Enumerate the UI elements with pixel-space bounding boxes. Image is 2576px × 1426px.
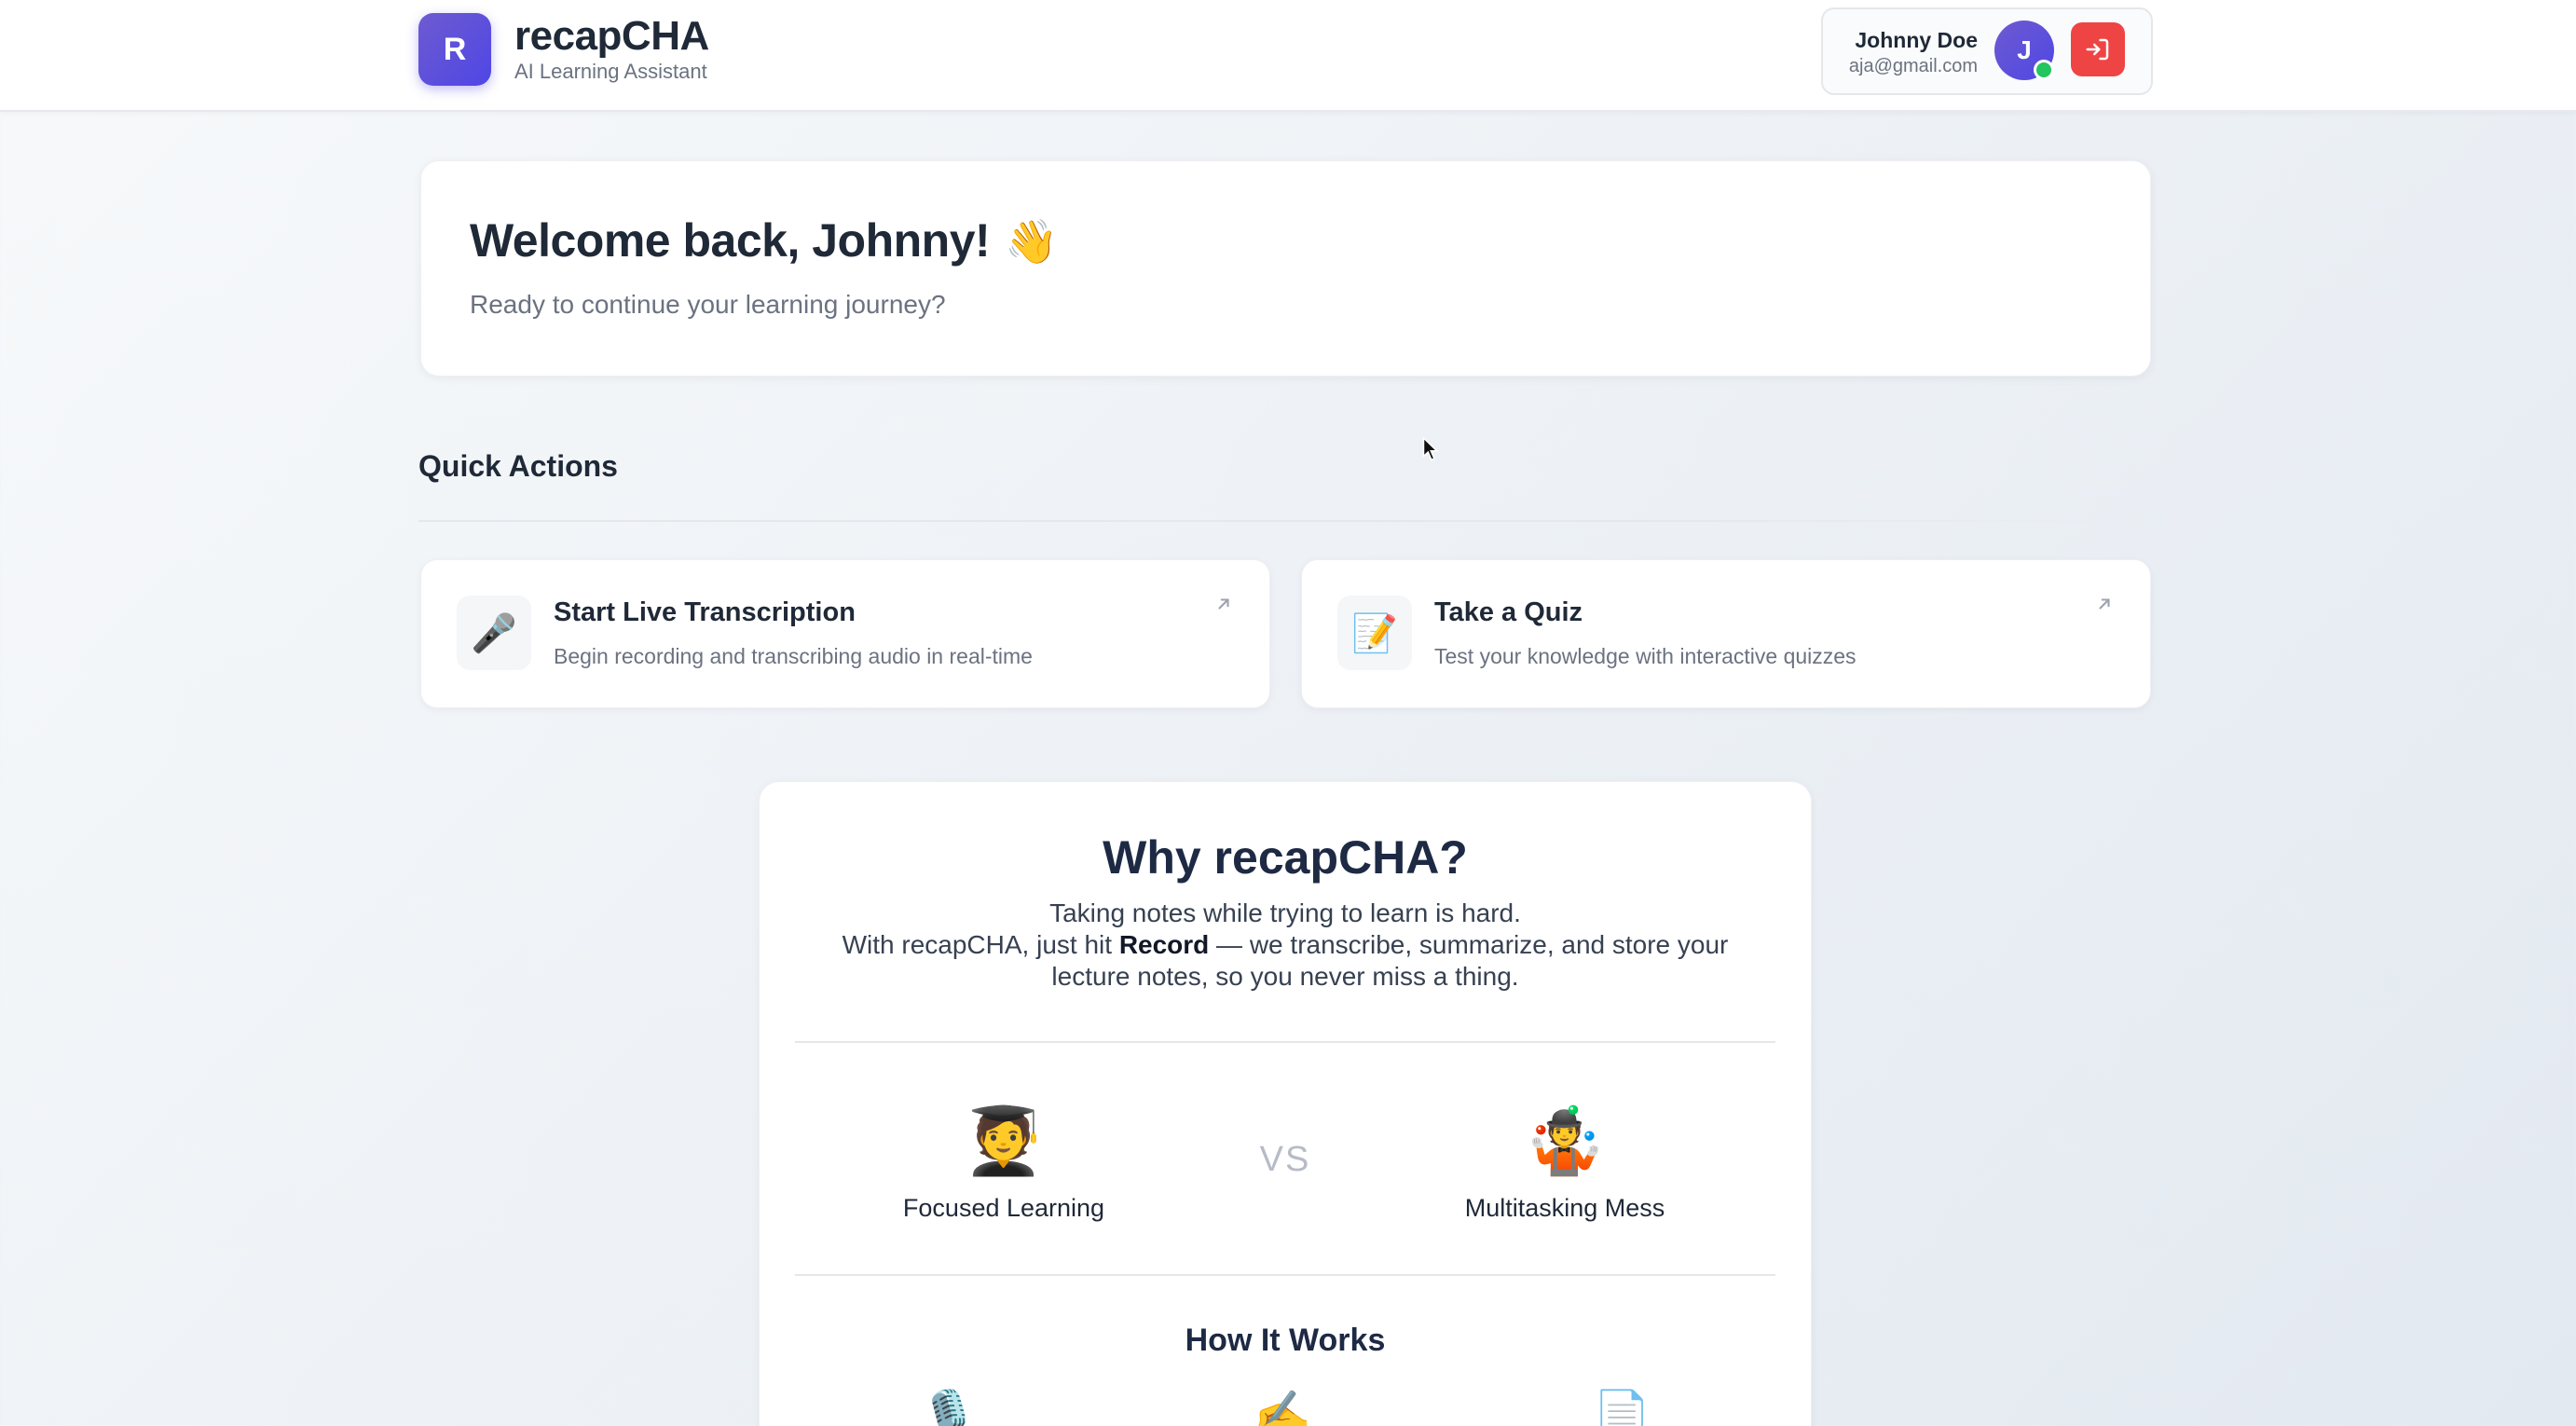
waving-hand-icon: 👋 xyxy=(1005,217,1058,266)
logout-button[interactable] xyxy=(2071,22,2125,76)
online-status-dot xyxy=(2034,60,2054,80)
how-it-works-title: How It Works xyxy=(1185,1323,1386,1358)
why-description: Taking notes while trying to learn is ha… xyxy=(815,898,1755,993)
external-arrow-icon xyxy=(1218,598,1229,610)
why-line-2: With recapCHA, just hit Record — we tran… xyxy=(815,929,1755,993)
welcome-title: Welcome back, Johnny! 👋 xyxy=(470,213,1058,267)
why-line-2-prefix: With recapCHA, just hit xyxy=(842,930,1119,959)
welcome-card: Welcome back, Johnny! 👋 Ready to continue… xyxy=(420,160,2151,377)
app-name: recapCHA xyxy=(514,13,709,59)
divider xyxy=(418,520,2149,522)
logout-icon xyxy=(2086,38,2109,61)
action-description: Begin recording and transcribing audio i… xyxy=(554,644,1033,668)
why-recapcha-card: Why recapCHA? Taking notes while trying … xyxy=(759,781,1812,1426)
action-description: Test your knowledge with interactive qui… xyxy=(1434,644,1857,668)
multitasking-mess-label: Multitasking Mess xyxy=(1464,1194,1665,1222)
why-title: Why recapCHA? xyxy=(1103,831,1468,884)
avatar-initial: J xyxy=(2017,35,2032,64)
memo-icon: 📝 xyxy=(1337,596,1412,670)
app-tagline: AI Learning Assistant xyxy=(514,60,707,83)
juggler-icon: 🤹 xyxy=(1524,1104,1606,1177)
app-logo[interactable]: R xyxy=(418,13,491,86)
avatar[interactable]: J xyxy=(1994,21,2054,80)
divider xyxy=(795,1041,1775,1043)
user-name: Johnny Doe xyxy=(1855,28,1978,52)
mouse-cursor-icon xyxy=(1422,436,1439,461)
action-title: Start Live Transcription xyxy=(554,597,856,627)
why-line-1: Taking notes while trying to learn is ha… xyxy=(1049,898,1521,927)
microphone-icon: 🎤 xyxy=(457,596,531,670)
take-a-quiz-card[interactable]: 📝 Take a Quiz Test your knowledge with i… xyxy=(1301,559,2151,708)
studio-microphone-icon: 🎙️ xyxy=(920,1389,979,1426)
external-arrow-icon xyxy=(2099,598,2110,610)
multitasking-mess-item: 🤹 Multitasking Mess xyxy=(1425,1103,1705,1223)
writing-hand-icon: ✍️ xyxy=(1254,1389,1312,1426)
welcome-title-text: Welcome back, Johnny! xyxy=(470,214,991,267)
user-email: aja@gmail.com xyxy=(1848,56,1978,76)
welcome-subtitle: Ready to continue your learning journey? xyxy=(470,290,946,319)
top-navbar: R recapCHA AI Learning Assistant Johnny … xyxy=(0,0,2576,112)
divider xyxy=(795,1274,1775,1276)
document-icon: 📄 xyxy=(1593,1389,1651,1426)
action-title: Take a Quiz xyxy=(1434,597,1583,627)
quick-actions-heading: Quick Actions xyxy=(418,449,618,483)
record-emphasis: Record xyxy=(1118,930,1210,959)
start-live-transcription-card[interactable]: 🎤 Start Live Transcription Begin recordi… xyxy=(420,559,1270,708)
focused-learning-label: Focused Learning xyxy=(902,1194,1105,1222)
user-profile-box: Johnny Doe aja@gmail.com J xyxy=(1821,7,2153,95)
